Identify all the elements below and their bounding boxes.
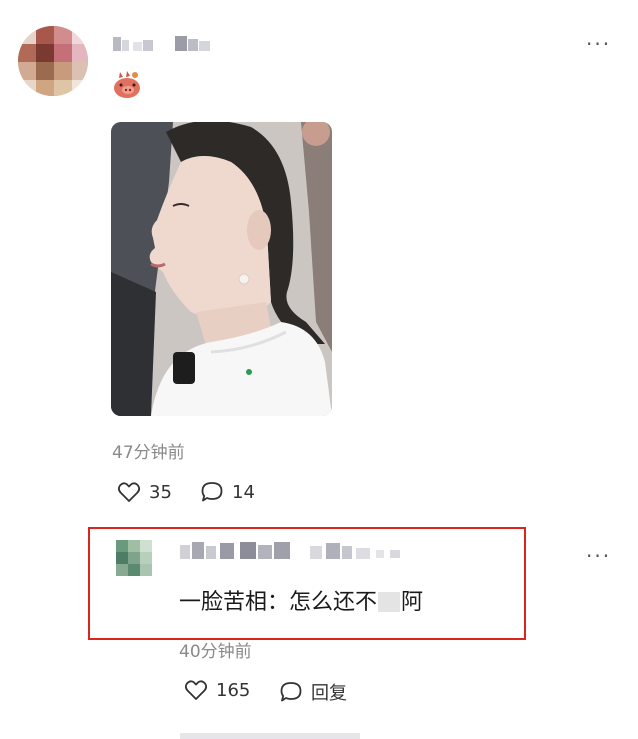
comment-text-start: 一脸苦相：怎么还不 (179, 590, 378, 615)
comment-bubble-icon (279, 681, 303, 703)
comment-text: 一脸苦相：怎么还不阿 (179, 584, 423, 616)
user-avatar[interactable] (18, 26, 88, 96)
censored-word (378, 592, 401, 612)
post-like-count: 35 (149, 481, 172, 503)
post-photo[interactable] (111, 122, 332, 416)
post-like-button[interactable]: 35 (117, 481, 172, 503)
post-timestamp: 47分钟前 (112, 443, 185, 463)
comment-like-button[interactable]: 165 (184, 679, 250, 701)
comment-timestamp: 40分钟前 (179, 642, 252, 662)
heart-icon (184, 679, 208, 701)
comment-text-end: 阿 (401, 590, 424, 615)
commenter-name-redacted[interactable] (180, 540, 410, 562)
commenter-avatar[interactable] (116, 540, 152, 576)
comment-reply-button[interactable]: 回复 (279, 679, 347, 705)
comment-like-count: 165 (216, 679, 251, 701)
post-more-icon[interactable] (586, 34, 611, 54)
comment-more-icon[interactable] (586, 546, 611, 566)
post-comment-count: 14 (232, 481, 255, 503)
pig-emoji-icon (112, 68, 142, 100)
comment-reply-label: 回复 (311, 683, 347, 704)
post-comment-button[interactable]: 14 (200, 481, 255, 503)
heart-icon (117, 481, 141, 503)
username-redacted[interactable] (113, 34, 213, 54)
next-comment-cutoff (180, 733, 360, 739)
comment-bubble-icon (200, 481, 224, 503)
